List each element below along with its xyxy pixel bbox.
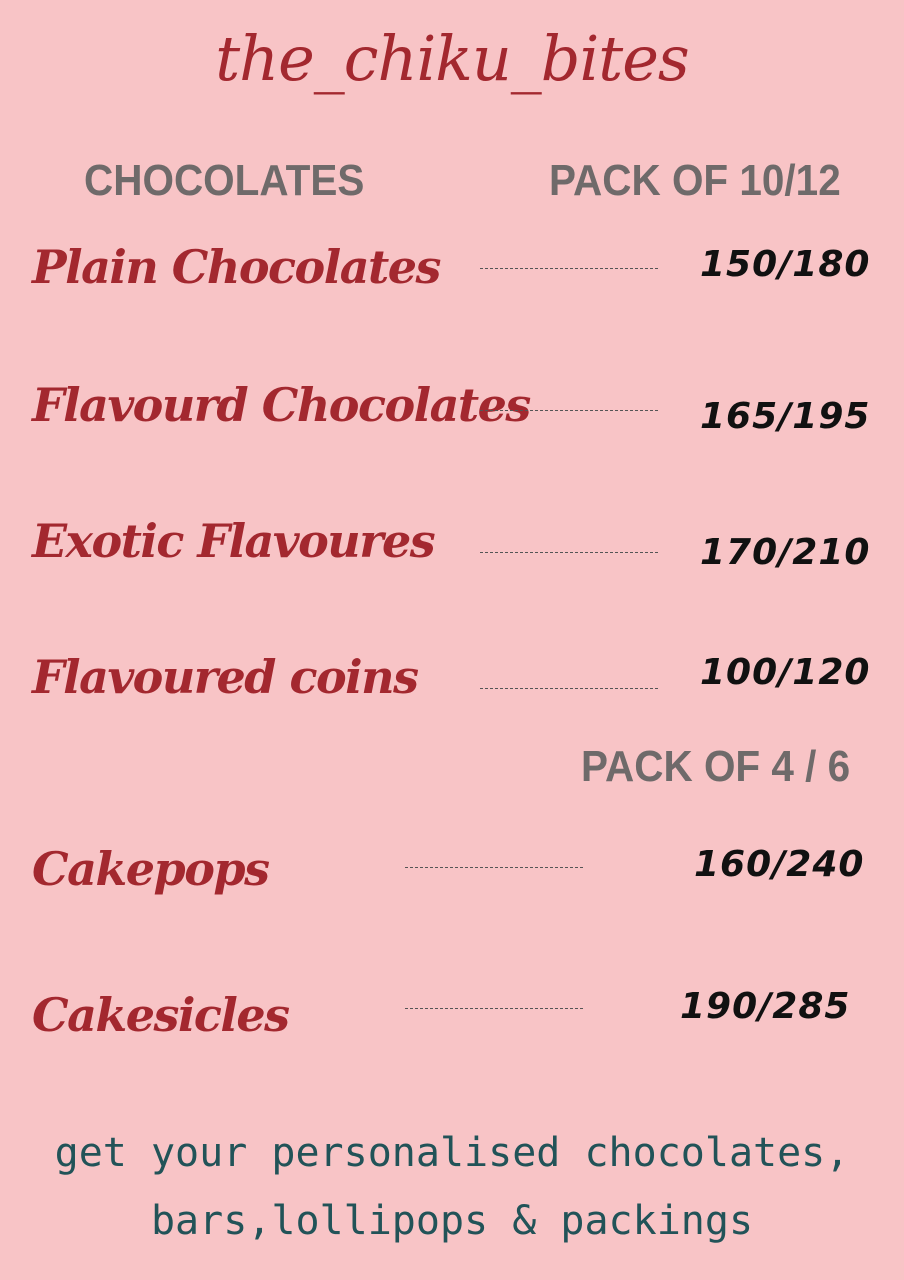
brand-title: the_chiku_bites <box>215 22 689 95</box>
leader-dashes <box>405 1008 583 1009</box>
footer-line-1: get your personalised chocolates, <box>54 1130 850 1176</box>
item-flavoured-coins: Flavoured coins <box>32 650 419 704</box>
price-flavoured-coins: 100/120 <box>700 652 871 693</box>
leader-dashes <box>480 688 658 689</box>
item-cakepops: Cakepops <box>32 842 270 896</box>
price-cakepops: 160/240 <box>694 844 865 885</box>
price-plain-chocolates: 150/180 <box>700 244 871 285</box>
price-exotic-flavoures: 170/210 <box>700 532 871 573</box>
footer-line-2: bars,lollipops & packings <box>150 1198 754 1244</box>
price-flavourd-chocolates: 165/195 <box>700 396 871 437</box>
leader-dashes <box>405 867 583 868</box>
price-cakesicles: 190/285 <box>680 986 851 1027</box>
header-pack-4-6: PACK OF 4 / 6 <box>581 742 851 791</box>
item-cakesicles: Cakesicles <box>32 988 290 1042</box>
leader-dashes <box>480 268 658 269</box>
header-pack-10-12: PACK OF 10/12 <box>549 156 841 205</box>
header-chocolates: CHOCOLATES <box>84 156 365 205</box>
item-exotic-flavoures: Exotic Flavoures <box>32 514 436 568</box>
item-plain-chocolates: Plain Chocolates <box>32 240 441 294</box>
item-flavourd-chocolates: Flavourd Chocolates <box>32 378 531 432</box>
leader-dashes <box>480 410 658 411</box>
leader-dashes <box>480 552 658 553</box>
